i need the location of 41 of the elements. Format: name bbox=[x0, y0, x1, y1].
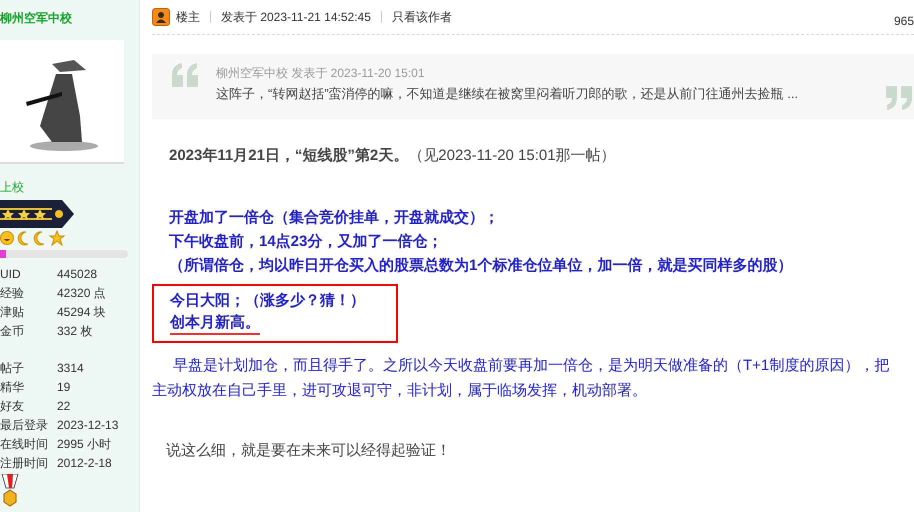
level-icons bbox=[0, 230, 66, 246]
quote-text: 这阵子，“转网赵括”蛮消停的嘛，不知道是继续在被窝里闷着听刀郎的歌，还是从前门往通州去捡瓶 ... bbox=[216, 85, 798, 103]
stat-value: 2023-12-13 bbox=[57, 417, 120, 433]
stat-label: 经验 bbox=[0, 285, 25, 301]
stat-label: 帖子 bbox=[0, 360, 25, 376]
rank-title: 上校 bbox=[0, 179, 25, 196]
emphasis-line: 创本月新高。 bbox=[170, 313, 260, 335]
close-quote-icon bbox=[884, 86, 912, 110]
poster-role: 楼主 bbox=[176, 8, 200, 26]
emphasis-line: 下午收盘前，14点23分，又加了一倍仓； bbox=[169, 232, 444, 252]
stat-value: 3314 bbox=[57, 360, 85, 376]
author-only-link[interactable]: 只看该作者 bbox=[392, 8, 452, 26]
stat-label: 金币 bbox=[0, 323, 25, 339]
stat-label: 最后登录 bbox=[0, 417, 49, 433]
stat-value: 22 bbox=[57, 398, 72, 414]
stat-value: 332 枚 bbox=[57, 323, 94, 339]
quote-author: 柳州空军中校 发表于 2023-11-20 15:01 bbox=[216, 65, 426, 81]
stat-label: 精华 bbox=[0, 379, 25, 395]
open-quote-icon bbox=[172, 63, 200, 87]
user-icon bbox=[152, 8, 170, 26]
emphasis-line: （所谓倍仓，均以昨日开仓买入的股票总数为1个标准仓位单位，加一倍，就是买同样多的股） bbox=[169, 256, 794, 276]
stat-value: 2995 小时 bbox=[57, 436, 112, 452]
stat-label: 津贴 bbox=[0, 304, 25, 320]
stat-label: UID bbox=[0, 266, 22, 282]
stat-value: 45294 块 bbox=[57, 304, 107, 320]
floor-number: 965 bbox=[894, 14, 914, 28]
medal-icon bbox=[0, 474, 20, 508]
post-title: 2023年11月21日，“短线股”第2天。（见2023-11-20 15:01那一帖） bbox=[169, 146, 617, 166]
emphasis-line: 开盘加了一倍仓（集合竞价挂单，开盘就成交）； bbox=[169, 208, 500, 228]
stat-label: 好友 bbox=[0, 398, 25, 414]
body-paragraph: 早盘是计划加仓，而且得手了。之所以今天收盘前要再加一倍仓，是为明天做准备的（T+1制度的原因），把主动权放在自己手里，进可攻退可守，非计划，属于临场发挥，机动部署。 bbox=[152, 356, 890, 401]
stat-value: 42320 点 bbox=[57, 285, 107, 301]
stat-value: 2012-2-18 bbox=[57, 455, 113, 471]
stat-value: 445028 bbox=[57, 266, 98, 282]
closing-sentence: 说这么细，就是要在未来可以经得起验证！ bbox=[166, 441, 452, 460]
stat-label: 在线时间 bbox=[0, 436, 49, 452]
stat-value: 19 bbox=[57, 379, 72, 395]
emphasis-line: 今日大阳；（涨多少？猜！） bbox=[170, 291, 366, 311]
epaulette-icon bbox=[0, 200, 74, 228]
post-time: 发表于 2023-11-21 14:52:45 bbox=[221, 8, 371, 26]
stat-label: 注册时间 bbox=[0, 455, 49, 471]
